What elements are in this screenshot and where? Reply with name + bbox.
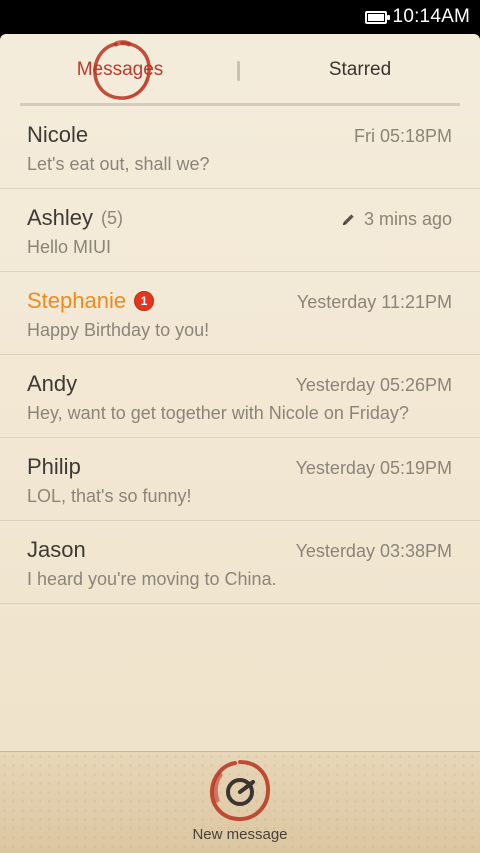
thread-name-text: Philip (27, 454, 81, 479)
thread-contact-name: Andy (27, 371, 77, 397)
thread-contact-name: Jason (27, 537, 86, 563)
thread-contact-name: Stephanie 1 (27, 288, 155, 314)
thread-contact-name: Ashley (5) (27, 205, 123, 231)
tab-starred[interactable]: Starred (240, 34, 480, 106)
thread-row-jason[interactable]: Jason Yesterday 03:38PM I heard you're m… (0, 521, 480, 604)
battery-icon (364, 10, 390, 24)
thread-time: Yesterday 05:19PM (296, 458, 452, 479)
thread-time-text: Yesterday 05:19PM (295, 458, 452, 478)
tab-divider (237, 61, 240, 81)
thread-contact-name: Philip (27, 454, 81, 480)
tab-messages-label: Messages (76, 59, 164, 80)
thread-name-text: Andy (27, 371, 78, 396)
bottom-action-bar: New message (0, 751, 480, 853)
thread-preview: LOL, that's so funny! (27, 486, 192, 506)
thread-contact-name: Nicole (27, 122, 88, 148)
messaging-app: Messages Starred Nicole Fri 05:18PM Let'… (0, 34, 480, 853)
thread-time-text: Yesterday 03:38PM (295, 541, 452, 561)
new-message-button[interactable]: New message (0, 752, 480, 853)
thread-list: Nicole Fri 05:18PM Let's eat out, shall … (0, 106, 480, 604)
thread-name-text: Stephanie (27, 288, 127, 313)
thread-preview: Happy Birthday to you! (27, 320, 210, 340)
thread-time: Fri 05:18PM (354, 126, 452, 147)
compose-icon (209, 760, 271, 822)
thread-row-nicole[interactable]: Nicole Fri 05:18PM Let's eat out, shall … (0, 106, 480, 189)
thread-row-andy[interactable]: Andy Yesterday 05:26PM Hey, want to get … (0, 355, 480, 438)
thread-preview: Hey, want to get together with Nicole on… (27, 403, 409, 423)
tab-messages[interactable]: Messages (0, 34, 240, 106)
status-time: 10:14AM (392, 6, 470, 27)
thread-message-count: (5) (101, 207, 124, 228)
pencil-icon (342, 214, 354, 226)
thread-time-text: 3 mins ago (363, 209, 452, 229)
thread-time: Yesterday 05:26PM (296, 375, 452, 396)
thread-time: Yesterday 03:38PM (296, 541, 452, 562)
tab-bar: Messages Starred (0, 34, 480, 106)
unread-badge: 1 (134, 291, 155, 311)
new-message-label: New message (192, 826, 288, 843)
thread-preview: Let's eat out, shall we? (27, 154, 210, 174)
thread-time-text: Yesterday 11:21PM (296, 292, 452, 312)
thread-time-text: Yesterday 05:26PM (295, 375, 452, 395)
thread-preview: Hello MIUI (27, 237, 112, 257)
tab-starred-label: Starred (328, 59, 392, 80)
thread-row-ashley[interactable]: Ashley (5) 3 mins ago Hello MIUI (0, 189, 480, 272)
status-bar: 10:14AM (0, 0, 480, 34)
thread-name-text: Ashley (27, 205, 94, 230)
thread-preview: I heard you're moving to China. (27, 569, 277, 589)
thread-time: 3 mins ago (341, 209, 452, 230)
thread-name-text: Nicole (27, 122, 89, 147)
thread-row-philip[interactable]: Philip Yesterday 05:19PM LOL, that's so … (0, 438, 480, 521)
thread-time: Yesterday 11:21PM (297, 292, 452, 313)
thread-time-text: Fri 05:18PM (353, 126, 452, 146)
thread-row-stephanie[interactable]: Stephanie 1 Yesterday 11:21PM Happy Birt… (0, 272, 480, 355)
thread-name-text: Jason (27, 537, 86, 562)
